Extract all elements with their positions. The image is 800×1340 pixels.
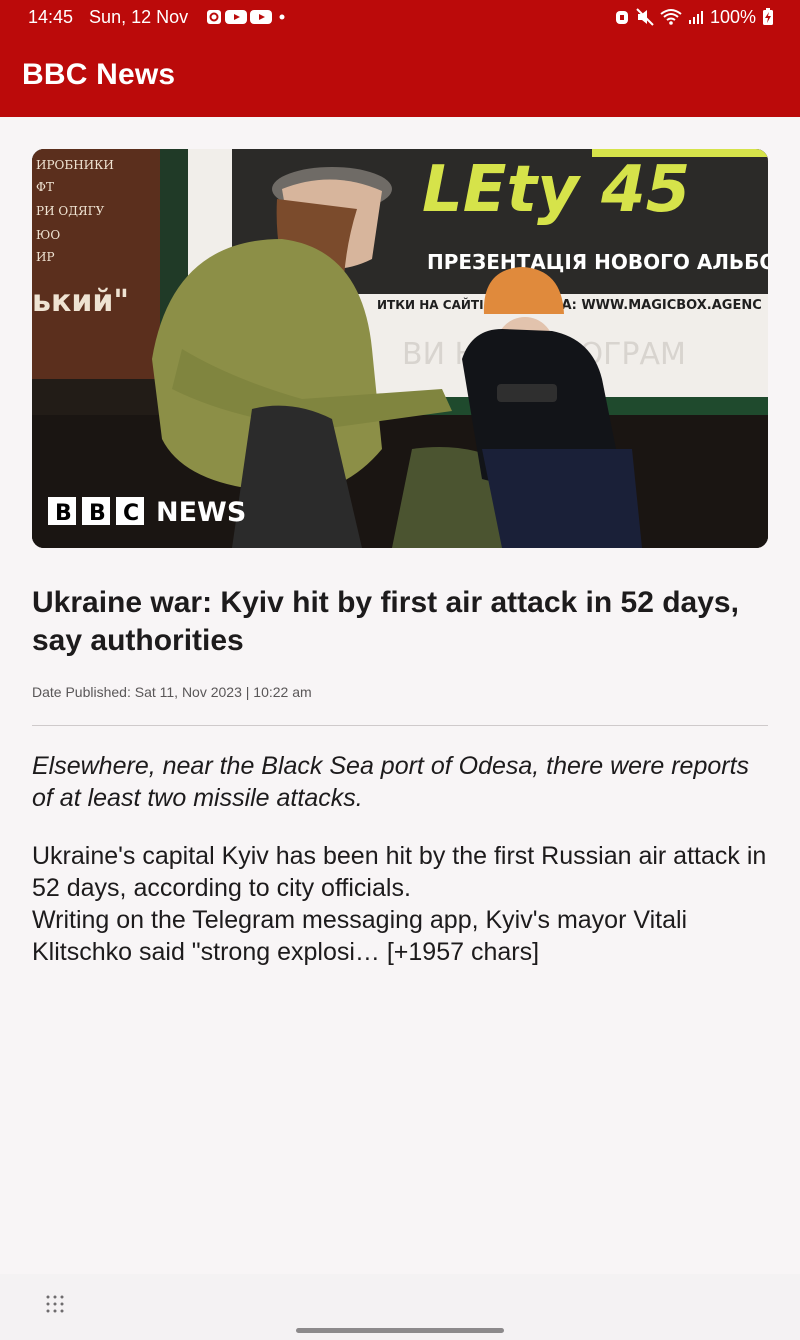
poster-title: LEty 45 bbox=[422, 153, 690, 227]
divider bbox=[32, 725, 768, 726]
bbc-logo-letter: B bbox=[55, 501, 72, 526]
left-sign-line: ИРОБНИКИ bbox=[36, 158, 114, 172]
youtube-icon bbox=[250, 10, 273, 24]
wifi-icon bbox=[660, 9, 682, 25]
left-sign-line: ФТ bbox=[36, 180, 54, 194]
left-sign-line: РИ ОДЯГУ bbox=[36, 204, 105, 218]
app-title: BBC News bbox=[22, 58, 176, 91]
mute-icon bbox=[636, 8, 654, 26]
app-bar: BBC News bbox=[0, 34, 800, 117]
status-left: 14:45 Sun, 12 Nov bbox=[28, 0, 289, 34]
more-dot-icon bbox=[279, 14, 285, 20]
battery-percent: 100% bbox=[709, 7, 756, 27]
status-right: 100% bbox=[614, 0, 774, 34]
navigation-bar bbox=[0, 1274, 800, 1340]
app-notification-icon bbox=[207, 10, 222, 24]
notification-icons bbox=[206, 9, 289, 25]
status-bar: 14:45 Sun, 12 Nov 100% bbox=[0, 0, 800, 34]
alarm-icon bbox=[615, 11, 628, 24]
apps-grid-icon[interactable] bbox=[45, 1294, 65, 1314]
poster-subtitle: ПРЕЗЕНТАЦІЯ НОВОГО АЛЬБОМУ bbox=[427, 250, 768, 274]
status-date: Sun, 12 Nov bbox=[89, 7, 189, 27]
bbc-logo-letter: C bbox=[123, 501, 139, 526]
signal-icon bbox=[688, 11, 703, 24]
article-headline: Ukraine war: Kyiv hit by first air attac… bbox=[32, 586, 739, 657]
status-time: 14:45 bbox=[28, 7, 74, 27]
youtube-icon bbox=[225, 10, 248, 24]
article-date: Date Published: Sat 11, Nov 2023 | 10:22… bbox=[32, 684, 312, 700]
article-image[interactable]: ИРОБНИКИ ФТ РИ ОДЯГУ ЮО ИР ький" LEty 45… bbox=[32, 149, 768, 548]
bbc-logo-news: NEWS bbox=[156, 497, 246, 528]
article-description: Elsewhere, near the Black Sea port of Od… bbox=[32, 752, 750, 812]
bbc-logo-letter: B bbox=[89, 501, 106, 526]
left-sign-line: ЮО bbox=[36, 228, 60, 242]
poster-url-right: РА: WWW.MAGICBOX.AGENC bbox=[552, 298, 762, 313]
battery-charging-icon bbox=[763, 8, 773, 25]
left-sign-line: ИР bbox=[36, 250, 55, 264]
home-gesture-handle[interactable] bbox=[296, 1328, 504, 1333]
article-content: Ukraine's capital Kyiv has been hit by t… bbox=[32, 842, 767, 966]
left-sign-big: ький" bbox=[32, 284, 129, 319]
